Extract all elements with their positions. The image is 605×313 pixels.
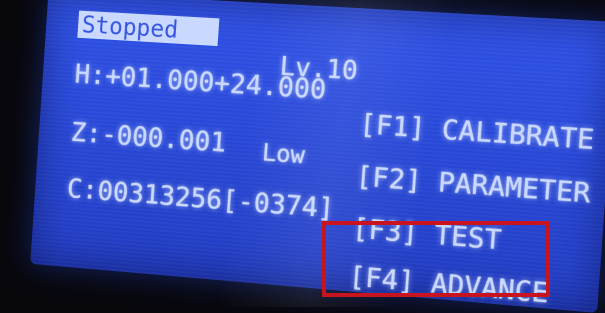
status-label: Stopped xyxy=(77,10,220,47)
z-mode-label: Low xyxy=(261,138,306,170)
advance-highlight-box xyxy=(322,221,550,297)
z-reading: Z:-000.001 xyxy=(69,117,228,159)
menu-item-calibrate[interactable]: [F1] CALIBRATE xyxy=(359,109,596,156)
menu-item-parameter[interactable]: [F2] PARAMETER xyxy=(355,161,591,210)
c-reading: C:00313256[-0374] xyxy=(66,173,336,225)
